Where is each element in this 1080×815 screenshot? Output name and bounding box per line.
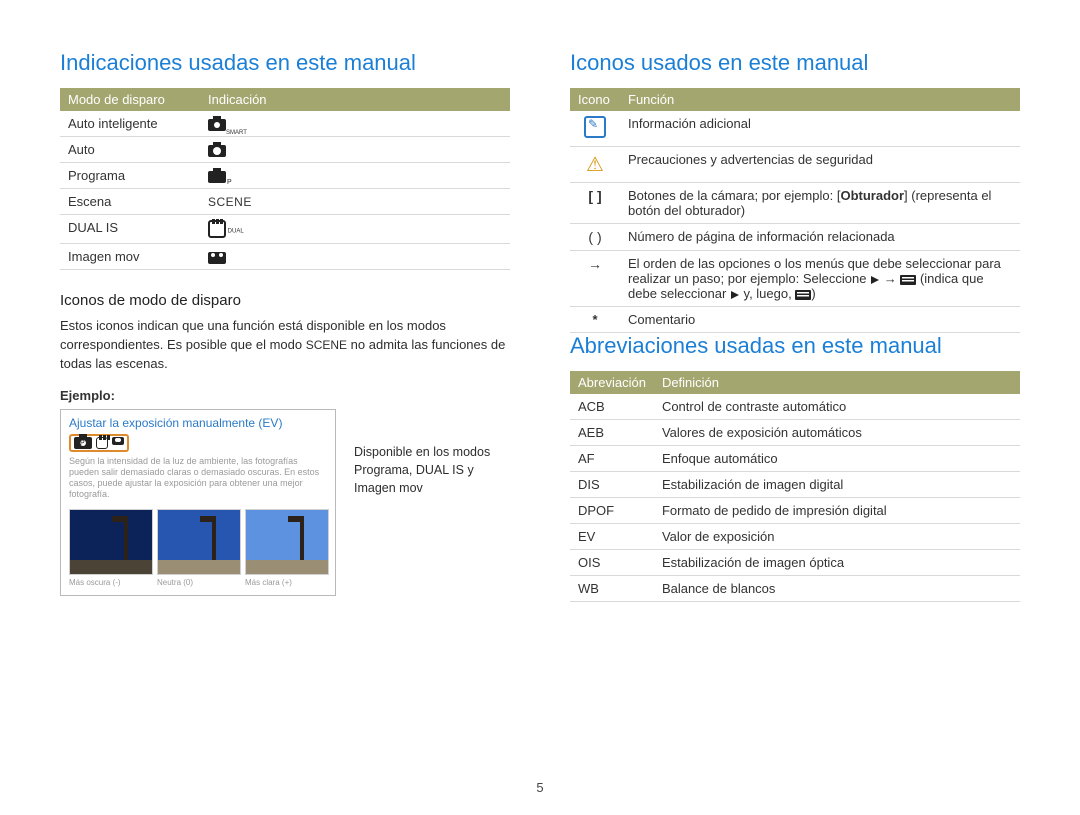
example-label: Ejemplo:	[60, 388, 510, 403]
left-column: Indicaciones usadas en este manual Modo …	[60, 50, 510, 602]
menu-item-icon	[795, 290, 811, 300]
example-box: Ajustar la exposición manualmente (EV) S…	[60, 409, 336, 596]
heading-indications: Indicaciones usadas en este manual	[60, 50, 510, 76]
func-cell: Comentario	[620, 307, 1020, 333]
def-cell: Estabilización de imagen óptica	[654, 550, 1020, 576]
th-mode: Modo de disparo	[60, 88, 200, 111]
mode-cell: Escena	[60, 189, 200, 215]
dual-is-icon	[208, 220, 226, 238]
func-cell: Información adicional	[620, 111, 1020, 147]
auto-icon	[208, 145, 226, 157]
th-indication: Indicación	[200, 88, 510, 111]
mode-cell: Imagen mov	[60, 244, 200, 270]
heading-icons-used: Iconos usados en este manual	[570, 50, 1020, 76]
heading-abbreviations: Abreviaciones usadas en este manual	[570, 333, 1020, 359]
thumb-lighter: Más clara (+)	[245, 509, 327, 587]
abbr-cell: DPOF	[570, 498, 654, 524]
table-row: ( ) Número de página de información rela…	[570, 224, 1020, 251]
table-row: EVValor de exposición	[570, 524, 1020, 550]
abbr-cell: ACB	[570, 394, 654, 420]
abbr-cell: WB	[570, 576, 654, 602]
table-row: AEBValores de exposición automáticos	[570, 420, 1020, 446]
mode-cell: Auto	[60, 137, 200, 163]
mode-cell: Auto inteligente	[60, 111, 200, 137]
brackets-icon: [ ]	[588, 188, 601, 204]
table-row: * Comentario	[570, 307, 1020, 333]
func-cell: El orden de las opciones o los menús que…	[620, 251, 1020, 307]
shooting-mode-table: Modo de disparo Indicación Auto intelige…	[60, 88, 510, 270]
def-cell: Estabilización de imagen digital	[654, 472, 1020, 498]
scene-icon: SCENE	[208, 195, 252, 209]
def-cell: Control de contraste automático	[654, 394, 1020, 420]
table-row: OISEstabilización de imagen óptica	[570, 550, 1020, 576]
bullet-icon	[870, 275, 880, 285]
example-description: Según la intensidad de la luz de ambient…	[69, 456, 327, 501]
parens-icon: ( )	[588, 229, 601, 245]
table-row: DPOFFormato de pedido de impresión digit…	[570, 498, 1020, 524]
smart-auto-icon	[208, 119, 226, 131]
program-icon	[208, 171, 226, 183]
movie-icon	[208, 252, 226, 264]
page-number: 5	[0, 780, 1080, 795]
bullet-icon	[730, 290, 740, 300]
dual-is-icon	[96, 437, 108, 449]
menu-item-icon	[900, 275, 916, 285]
table-row: ACBControl de contraste automático	[570, 394, 1020, 420]
movie-icon	[112, 437, 124, 445]
scene-inline-icon: SCENE	[306, 338, 347, 352]
thumb-neutral: Neutra (0)	[157, 509, 239, 587]
th-definition: Definición	[654, 371, 1020, 394]
note-icon	[584, 116, 606, 138]
table-row: ⚠ Precauciones y advertencias de segurid…	[570, 147, 1020, 183]
mode-cell: Programa	[60, 163, 200, 189]
table-row: Escena SCENE	[60, 189, 510, 215]
func-cell: Número de página de información relacion…	[620, 224, 1020, 251]
arrow-icon: →	[588, 256, 602, 272]
table-row: Imagen mov	[60, 244, 510, 270]
mode-icons-paragraph: Estos iconos indican que una función est…	[60, 317, 510, 374]
def-cell: Enfoque automático	[654, 446, 1020, 472]
table-row: AFEnfoque automático	[570, 446, 1020, 472]
abbr-cell: OIS	[570, 550, 654, 576]
example-thumbnails: Más oscura (-) Neutra (0) Más clara (+)	[69, 509, 327, 587]
manual-page: Indicaciones usadas en este manual Modo …	[0, 0, 1080, 632]
abbr-cell: AF	[570, 446, 654, 472]
asterisk-icon: *	[592, 312, 597, 327]
table-row: DISEstabilización de imagen digital	[570, 472, 1020, 498]
abbr-cell: AEB	[570, 420, 654, 446]
table-row: → El orden de las opciones o los menús q…	[570, 251, 1020, 307]
def-cell: Formato de pedido de impresión digital	[654, 498, 1020, 524]
th-function: Función	[620, 88, 1020, 111]
icons-table: Icono Función Información adicional ⚠ Pr…	[570, 88, 1020, 333]
mode-cell: DUAL IS	[60, 215, 200, 244]
func-cell: Botones de la cámara; por ejemplo: [Obtu…	[620, 183, 1020, 224]
def-cell: Valor de exposición	[654, 524, 1020, 550]
def-cell: Balance de blancos	[654, 576, 1020, 602]
abbreviations-table: Abreviación Definición ACBControl de con…	[570, 371, 1020, 602]
subheading-mode-icons: Iconos de modo de disparo	[60, 292, 510, 309]
right-column: Iconos usados en este manual Icono Funci…	[570, 50, 1020, 602]
example-mode-icons	[69, 434, 129, 452]
example-aside: Disponible en los modos Programa, DUAL I…	[354, 409, 510, 497]
table-row: Auto	[60, 137, 510, 163]
abbr-cell: EV	[570, 524, 654, 550]
table-row: Información adicional	[570, 111, 1020, 147]
program-icon	[74, 437, 92, 449]
def-cell: Valores de exposición automáticos	[654, 420, 1020, 446]
th-icon: Icono	[570, 88, 620, 111]
abbr-cell: DIS	[570, 472, 654, 498]
table-row: Programa	[60, 163, 510, 189]
table-row: [ ] Botones de la cámara; por ejemplo: […	[570, 183, 1020, 224]
table-row: WBBalance de blancos	[570, 576, 1020, 602]
th-abbrev: Abreviación	[570, 371, 654, 394]
example-block: Ajustar la exposición manualmente (EV) S…	[60, 409, 510, 596]
table-row: Auto inteligente SMART	[60, 111, 510, 137]
table-row: DUAL IS DUAL	[60, 215, 510, 244]
thumb-darker: Más oscura (-)	[69, 509, 151, 587]
warning-icon: ⚠	[586, 154, 604, 176]
example-title: Ajustar la exposición manualmente (EV)	[69, 416, 327, 430]
func-cell: Precauciones y advertencias de seguridad	[620, 147, 1020, 183]
